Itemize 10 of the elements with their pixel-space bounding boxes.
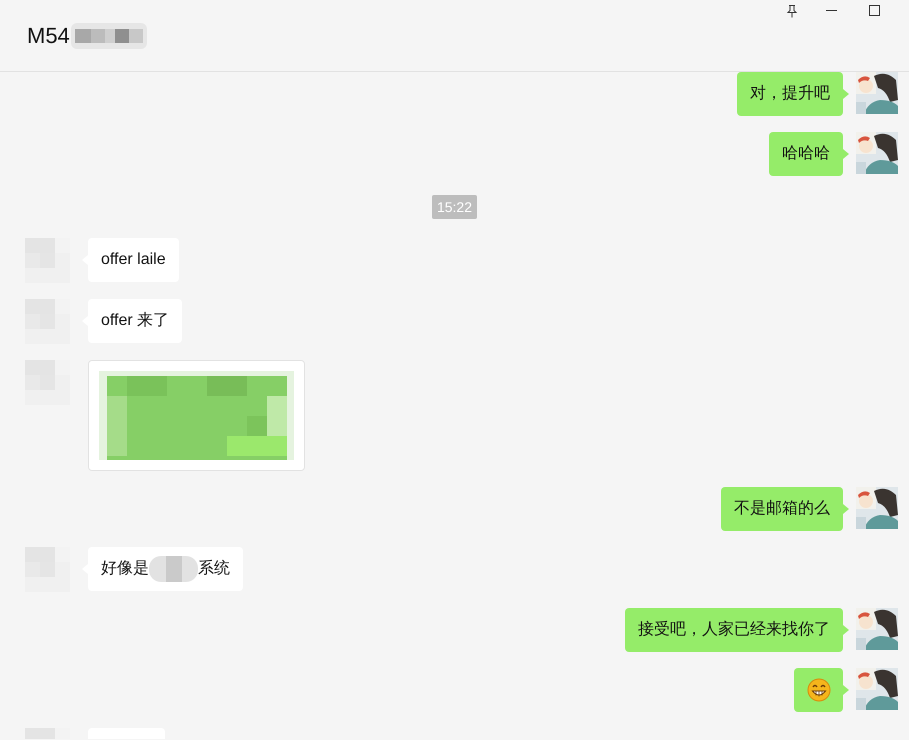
message-bubble: 对，提升吧 [737,72,843,116]
message-bubble: offer laile [88,238,179,282]
timestamp: 15:22 [432,195,478,219]
message-text: 系统 [198,558,230,579]
message-bubble: offer 来了 [88,299,182,343]
message-text: 好像是 [101,559,149,579]
message-bubble: 不是邮箱的么 [721,487,843,531]
message-bubble: 接受吧，人家已经来找你了 [625,608,843,652]
message-bubble: 哈哈哈 [769,132,843,176]
chat-title: M54 [27,22,70,50]
